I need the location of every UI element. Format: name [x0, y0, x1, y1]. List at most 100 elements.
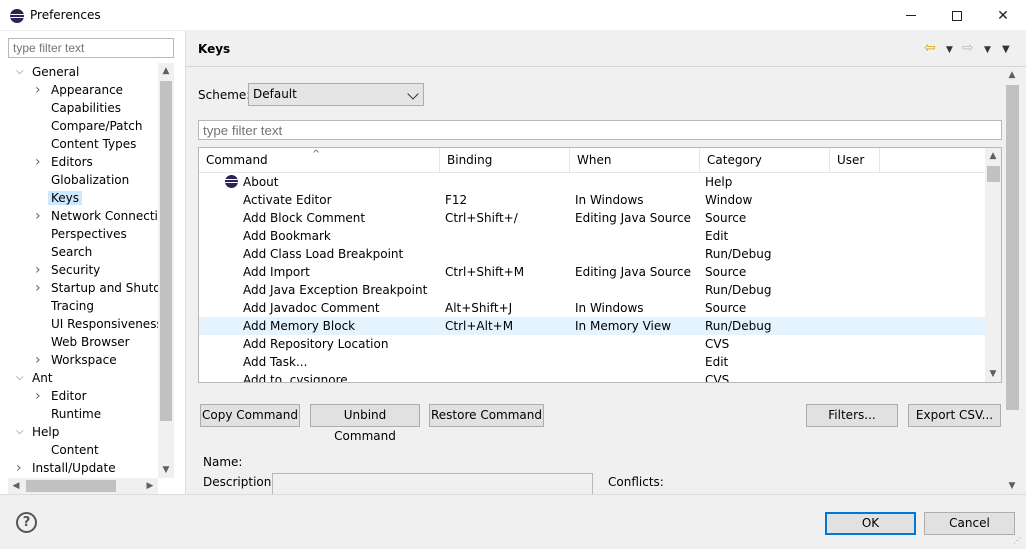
table-row[interactable]: Add Memory Block Ctrl+Alt+M In Memory View… — [199, 317, 985, 335]
ok-button[interactable]: OK — [825, 512, 916, 535]
tree-item-label: Web Browser — [51, 335, 130, 349]
table-row[interactable]: Add Bookmark Edit — [199, 227, 985, 245]
tree-item-label: UI Responsiveness M — [51, 317, 158, 331]
table-row[interactable]: About Help — [199, 173, 985, 191]
page-title: Keys — [198, 42, 231, 56]
scroll-thumb[interactable] — [160, 81, 172, 421]
tree-item-label: Search — [51, 245, 93, 259]
command-filter-input[interactable] — [198, 120, 1002, 140]
tree-item[interactable]: ⌵ Help — [16, 423, 59, 441]
unbind-command-button[interactable]: Unbind Command — [310, 404, 420, 443]
table-vertical-scrollbar[interactable]: ▲ ▼ — [985, 148, 1001, 382]
scroll-thumb[interactable] — [26, 480, 116, 492]
forward-arrow-icon[interactable]: ⇨ — [962, 40, 974, 56]
table-row[interactable]: Add Import Ctrl+Shift+M Editing Java Sourc… — [199, 263, 985, 281]
scroll-down-icon[interactable]: ▼ — [158, 462, 174, 478]
table-row[interactable]: Add Repository Location CVS — [199, 335, 985, 353]
chevron-right-icon[interactable]: › — [35, 81, 45, 99]
tree-item[interactable]: Runtime — [51, 405, 101, 423]
tree-item[interactable]: Globalization — [51, 171, 129, 189]
tree-item[interactable]: › Appearance — [35, 81, 123, 99]
tree-vertical-scrollbar[interactable]: ▲ ▼ — [158, 63, 174, 478]
minimize-button[interactable] — [888, 0, 934, 31]
restore-command-button[interactable]: Restore Command — [429, 404, 544, 427]
table-row[interactable]: Activate Editor F12 In Windows Window — [199, 191, 985, 209]
table-row[interactable]: Add Task... Edit — [199, 353, 985, 371]
column-label: Command — [206, 153, 268, 167]
scheme-label: Scheme: — [198, 88, 251, 102]
chevron-down-icon[interactable]: ⌵ — [16, 369, 26, 387]
tree-item[interactable]: Content — [51, 441, 99, 459]
resize-grip-icon[interactable]: ⋰ — [1013, 536, 1023, 546]
tree-item[interactable]: › Network Connection — [35, 207, 158, 225]
tree-item[interactable]: › Install/Update — [16, 459, 116, 477]
tree-item-label: Security — [51, 263, 101, 277]
chevron-right-icon[interactable]: › — [35, 387, 45, 405]
chevron-right-icon[interactable]: › — [35, 279, 45, 297]
tree-item[interactable]: › Security — [35, 261, 101, 279]
cell-binding: F12 — [445, 193, 468, 207]
tree-filter-input[interactable] — [8, 38, 174, 58]
scroll-down-icon[interactable]: ▼ — [985, 366, 1001, 382]
tree-item[interactable]: ⌵ General — [16, 63, 79, 81]
cell-command: Add Repository Location — [243, 337, 389, 351]
tree-item[interactable]: ⌵ Ant — [16, 369, 53, 387]
scroll-down-icon[interactable]: ▼ — [1004, 478, 1020, 494]
chevron-down-icon[interactable]: ⌵ — [16, 63, 26, 81]
chevron-right-icon[interactable]: › — [35, 351, 45, 369]
cell-command: Add Block Comment — [243, 211, 366, 225]
table-row[interactable]: Add Block Comment Ctrl+Shift+/ Editing Jav… — [199, 209, 985, 227]
page-vertical-scrollbar[interactable]: ▲ ▼ — [1004, 67, 1021, 494]
tree-item[interactable]: Keys — [48, 189, 83, 207]
help-icon[interactable]: ? — [16, 512, 37, 533]
chevron-right-icon[interactable]: › — [16, 459, 26, 477]
tree-item[interactable]: Content Types — [51, 135, 136, 153]
scroll-up-icon[interactable]: ▲ — [1004, 67, 1020, 83]
tree-item[interactable]: Search — [51, 243, 92, 261]
view-menu-icon[interactable]: ▼ — [1002, 42, 1010, 58]
tree-item[interactable]: Compare/Patch — [51, 117, 142, 135]
scroll-up-icon[interactable]: ▲ — [158, 63, 174, 79]
tree-item[interactable]: Web Browser — [51, 333, 130, 351]
back-arrow-icon[interactable]: ⇦ — [924, 40, 936, 56]
cancel-button[interactable]: Cancel — [924, 512, 1015, 535]
scroll-thumb[interactable] — [987, 166, 1000, 182]
scroll-up-icon[interactable]: ▲ — [985, 148, 1001, 164]
table-row[interactable]: Add to .cvsignore CVS — [199, 371, 985, 382]
table-row[interactable]: Add Javadoc Comment Alt+Shift+J In Windows… — [199, 299, 985, 317]
column-when[interactable]: When — [570, 148, 700, 173]
table-row[interactable]: Add Java Exception Breakpoint Run/Debug — [199, 281, 985, 299]
filters-button[interactable]: Filters... — [806, 404, 898, 427]
tree-item[interactable]: › Startup and Shutdow — [35, 279, 158, 297]
column-category[interactable]: Category — [700, 148, 830, 173]
tree-item[interactable]: › Workspace — [35, 351, 117, 369]
maximize-button[interactable] — [934, 0, 980, 31]
tree-item[interactable]: Tracing — [51, 297, 94, 315]
chevron-down-icon[interactable]: ▼ — [984, 42, 991, 58]
description-field[interactable] — [272, 473, 593, 494]
scroll-right-icon[interactable]: ▶ — [142, 478, 158, 494]
close-button[interactable]: ✕ — [980, 0, 1026, 31]
tree-item[interactable]: UI Responsiveness M — [51, 315, 158, 333]
chevron-right-icon[interactable]: › — [35, 261, 45, 279]
column-binding[interactable]: Binding — [440, 148, 570, 173]
cell-category: Source — [705, 211, 747, 225]
export-csv-button[interactable]: Export CSV... — [908, 404, 1001, 427]
chevron-down-icon[interactable]: ⌵ — [16, 423, 26, 441]
tree-item[interactable]: › Editors — [35, 153, 93, 171]
tree-horizontal-scrollbar[interactable]: ◀ ▶ — [8, 478, 158, 494]
scroll-thumb[interactable] — [1006, 85, 1019, 410]
tree-item-label: Editors — [51, 155, 93, 169]
column-user[interactable]: User — [830, 148, 880, 173]
scroll-left-icon[interactable]: ◀ — [8, 478, 24, 494]
table-row[interactable]: Add Class Load Breakpoint Run/Debug — [199, 245, 985, 263]
tree-item[interactable]: Perspectives — [51, 225, 127, 243]
copy-command-button[interactable]: Copy Command — [200, 404, 300, 427]
chevron-right-icon[interactable]: › — [35, 153, 45, 171]
tree-item[interactable]: Capabilities — [51, 99, 121, 117]
chevron-down-icon[interactable]: ▼ — [946, 42, 953, 58]
scheme-select[interactable]: Default — [248, 83, 424, 106]
column-command[interactable]: Command ^ — [199, 148, 440, 173]
chevron-right-icon[interactable]: › — [35, 207, 45, 225]
tree-item[interactable]: › Editor — [35, 387, 87, 405]
